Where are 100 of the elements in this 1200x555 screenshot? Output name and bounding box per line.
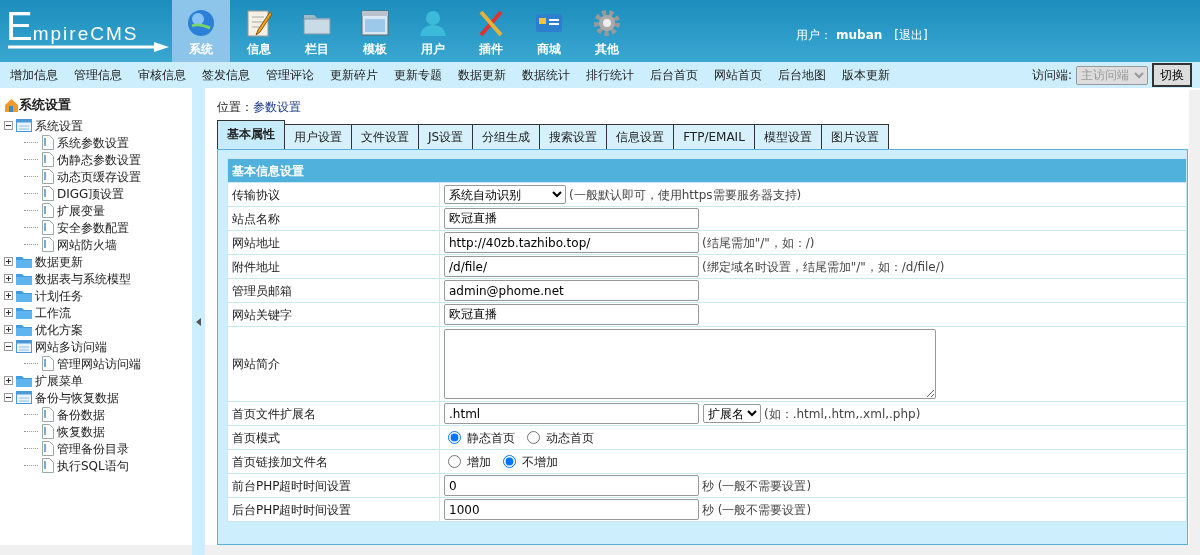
tree-node[interactable]: 网站多访问端	[35, 337, 107, 356]
menu-link[interactable]: 网站首页	[714, 66, 762, 84]
tree-toggle-icon[interactable]	[4, 121, 13, 130]
tree-leaf[interactable]: 管理备份目录	[57, 439, 129, 458]
field-label: 网站地址	[227, 230, 440, 255]
tree-toggle-icon[interactable]	[4, 308, 13, 317]
notepad-pencil-icon	[244, 8, 274, 38]
radio-button[interactable]	[503, 455, 516, 468]
menu-link[interactable]: 版本更新	[842, 66, 890, 84]
collapse-arrow-icon[interactable]	[196, 317, 201, 326]
tree-leaf[interactable]: 系统参数设置	[57, 133, 129, 152]
menu-link[interactable]: 审核信息	[138, 66, 186, 84]
menu-link[interactable]: 签发信息	[202, 66, 250, 84]
extension-select[interactable]: 扩展名	[703, 404, 761, 423]
tree-node[interactable]: 数据表与系统模型	[35, 269, 131, 288]
radio-button[interactable]	[448, 431, 461, 444]
gear-icon	[592, 8, 622, 38]
tree-leaf[interactable]: 执行SQL语句	[57, 456, 129, 475]
tree-toggle-icon[interactable]	[4, 291, 13, 300]
tree-toggle-icon[interactable]	[4, 376, 13, 385]
folder-icon	[16, 271, 32, 286]
page-icon	[40, 441, 54, 456]
field-note: (如：.html,.htm,.xml,.php)	[764, 405, 921, 423]
tree-node[interactable]: 优化方案	[35, 320, 83, 339]
settings-tab[interactable]: 分组生成	[472, 124, 541, 149]
tree-leaf[interactable]: DIGG顶设置	[57, 184, 125, 203]
person-icon	[418, 8, 448, 38]
menu-link[interactable]: 更新碎片	[330, 66, 378, 84]
tree-leaf[interactable]: 恢复数据	[57, 422, 105, 441]
radio-label: 静态首页	[467, 429, 515, 447]
text-field[interactable]: /d/file/	[444, 256, 699, 277]
window-icon	[360, 8, 390, 38]
radio-label: 增加	[467, 453, 491, 471]
field-label: 首页链接加文件名	[227, 449, 440, 474]
settings-tab[interactable]: FTP/EMAIL	[673, 124, 755, 149]
tree-toggle-icon[interactable]	[4, 325, 13, 334]
page-icon	[40, 237, 54, 252]
settings-tab[interactable]: 文件设置	[351, 124, 419, 149]
page-icon	[40, 356, 54, 371]
tree-node[interactable]: 工作流	[35, 303, 71, 322]
tree-node[interactable]: 系统设置	[35, 116, 83, 135]
tree-leaf[interactable]: 安全参数配置	[57, 218, 129, 237]
menu-link[interactable]: 管理评论	[266, 66, 314, 84]
field-label: 后台PHP超时时间设置	[227, 497, 440, 522]
menu-link[interactable]: 后台地图	[778, 66, 826, 84]
settings-tab[interactable]: 图片设置	[820, 124, 889, 149]
radio-label: 动态首页	[546, 429, 594, 447]
tree-leaf[interactable]: 伪静态参数设置	[57, 150, 141, 169]
menu-link[interactable]: 管理信息	[74, 66, 122, 84]
settings-tab[interactable]: JS设置	[418, 124, 474, 149]
menu-link[interactable]: 排行统计	[586, 66, 634, 84]
settings-tab[interactable]: 信息设置	[606, 124, 675, 149]
tree-node[interactable]: 计划任务	[35, 286, 83, 305]
menu-link[interactable]: 增加信息	[10, 66, 58, 84]
field-label: 附件地址	[227, 254, 440, 279]
tree-toggle-icon[interactable]	[4, 393, 13, 402]
protocol-select[interactable]: 系统自动识别	[444, 185, 566, 204]
tree-leaf[interactable]: 动态页缓存设置	[57, 167, 141, 186]
tree-node[interactable]: 扩展菜单	[35, 371, 83, 390]
text-field[interactable]: .html	[444, 403, 699, 424]
field-label: 站点名称	[227, 206, 440, 231]
folder-icon	[16, 254, 32, 269]
sidebar-title: 系统设置	[19, 95, 71, 114]
menu-link[interactable]: 数据更新	[458, 66, 506, 84]
tree-node[interactable]: 数据更新	[35, 252, 83, 271]
tree-toggle-icon[interactable]	[4, 257, 13, 266]
settings-tab[interactable]: 模型设置	[753, 124, 822, 149]
menu-link[interactable]: 后台首页	[650, 66, 698, 84]
text-field[interactable]: http://40zb.tazhibo.top/	[444, 232, 699, 253]
menu-link[interactable]: 更新专题	[394, 66, 442, 84]
logo: EmpireCMS	[0, 0, 172, 62]
text-field[interactable]: 欧冠直播	[444, 208, 699, 229]
switch-button[interactable]: 切换	[1152, 63, 1192, 87]
text-field[interactable]: 欧冠直播	[444, 304, 699, 325]
settings-tab[interactable]: 搜索设置	[539, 124, 608, 149]
tree-leaf[interactable]: 网站防火墙	[57, 235, 117, 254]
field-note: (绑定域名时设置，结尾需加"/"，如：/d/file/)	[702, 258, 945, 276]
radio-button[interactable]	[527, 431, 540, 444]
field-label: 管理员邮箱	[227, 278, 440, 303]
scrollbar[interactable]	[0, 545, 192, 555]
menu-link[interactable]: 数据统计	[522, 66, 570, 84]
list-window-icon	[16, 339, 32, 354]
location-link[interactable]: 参数设置	[253, 100, 301, 114]
list-window-icon	[16, 390, 32, 405]
text-field[interactable]: admin@phome.net	[444, 280, 699, 301]
page-icon	[40, 424, 54, 439]
settings-tab[interactable]: 用户设置	[284, 124, 352, 149]
tree-leaf[interactable]: 管理网站访问端	[57, 354, 141, 373]
text-area[interactable]	[444, 329, 936, 399]
text-field[interactable]: 0	[444, 475, 699, 496]
section-header: 基本信息设置	[227, 158, 1187, 183]
tree-toggle-icon[interactable]	[4, 274, 13, 283]
radio-button[interactable]	[448, 455, 461, 468]
settings-tab[interactable]: 基本属性	[217, 120, 285, 149]
text-field[interactable]: 1000	[444, 499, 699, 520]
tree-toggle-icon[interactable]	[4, 342, 13, 351]
tree-leaf[interactable]: 扩展变量	[57, 201, 105, 220]
tree-node[interactable]: 备份与恢复数据	[35, 388, 119, 407]
field-label: 前台PHP超时时间设置	[227, 473, 440, 498]
tree-leaf[interactable]: 备份数据	[57, 405, 105, 424]
